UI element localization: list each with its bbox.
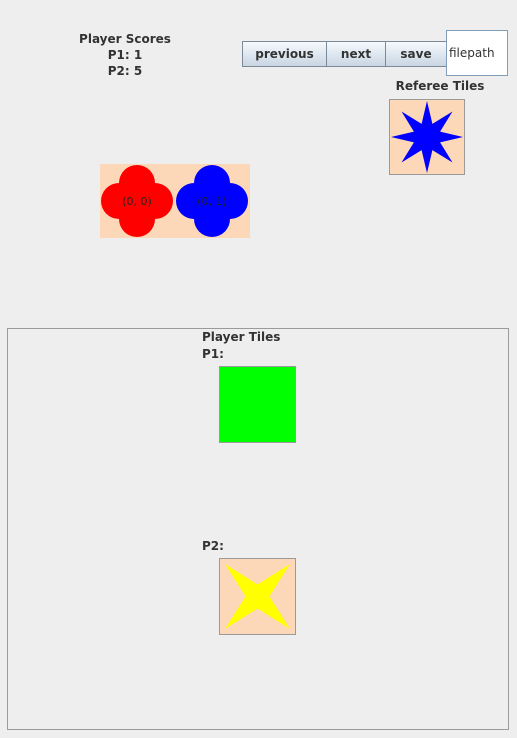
four-point-star-icon [225,564,290,629]
next-button[interactable]: next [326,41,386,67]
save-button[interactable]: save [385,41,447,67]
game-board: (0, 0) (0, 1) [100,164,250,238]
player-2-score: P2: 5 [107,64,143,78]
player-1-label: P1: [202,347,224,361]
referee-tile [389,99,465,175]
player-1-score: P1: 1 [107,48,143,62]
board-tile-coordinate: (0, 1) [197,195,227,208]
board-tiles: (0, 0) (0, 1) [101,165,248,237]
board-tile-0-1[interactable]: (0, 1) [176,165,248,237]
filepath-input[interactable] [446,30,508,76]
board-tile-0-0[interactable]: (0, 0) [101,165,173,237]
previous-button[interactable]: previous [242,41,327,67]
player-tiles-title: Player Tiles [202,330,281,344]
player-1-tile[interactable] [219,366,296,443]
board-tile-coordinate: (0, 0) [122,195,152,208]
player-scores-title: Player Scores [79,32,171,46]
player-scores: Player Scores P1: 1 P2: 5 [70,31,180,79]
player-2-label: P2: [202,539,224,553]
eight-point-star-icon [391,101,463,173]
player-2-tile[interactable] [219,558,296,635]
referee-tiles-title: Referee Tiles [395,79,485,93]
toolbar: previous next save [242,41,447,67]
